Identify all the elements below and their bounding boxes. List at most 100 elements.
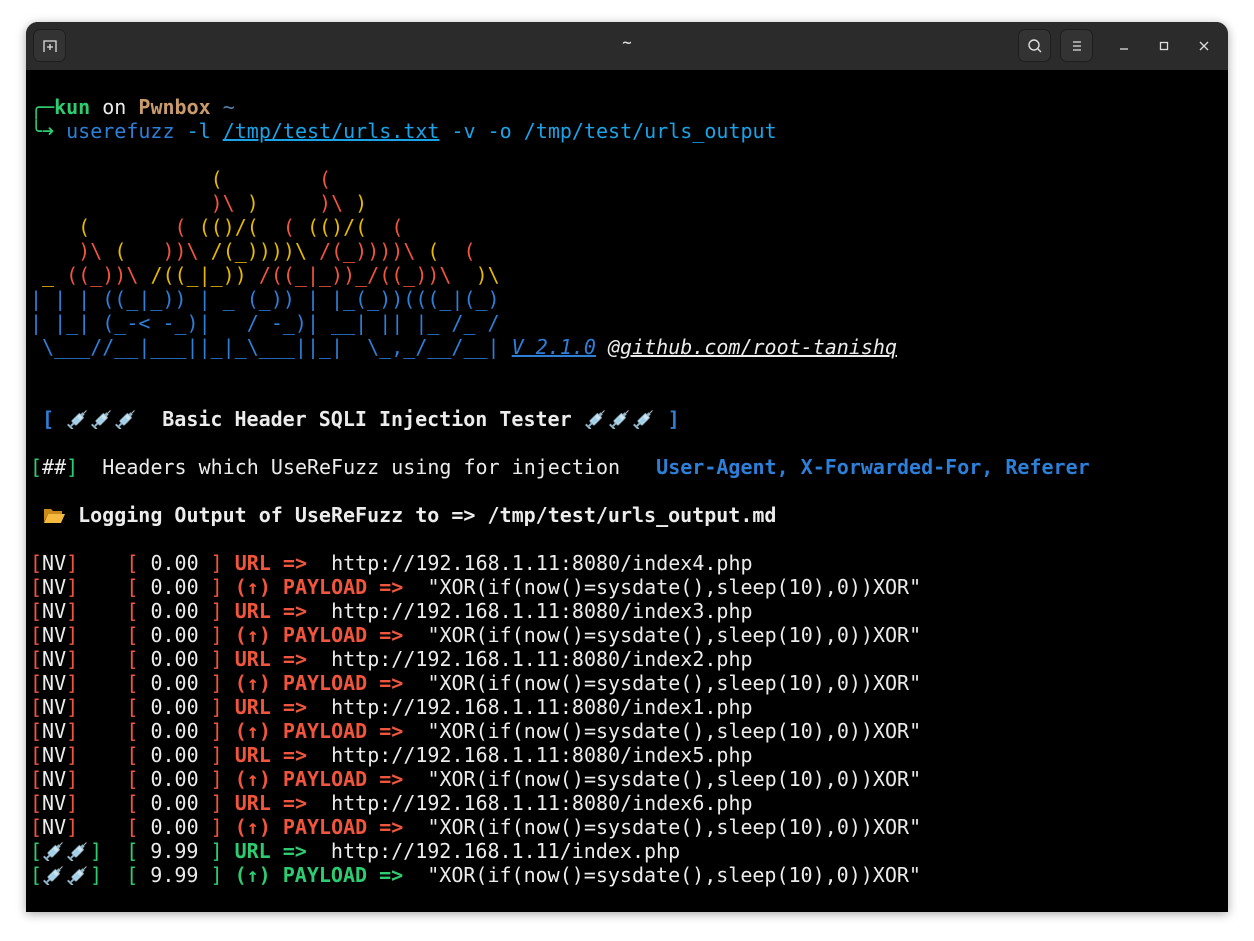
- heading-close-bracket: ]: [667, 407, 680, 431]
- payload-value: "XOR(if(now()=sysdate(),sleep(10),0))XOR…: [427, 671, 922, 695]
- maximize-icon: [1159, 41, 1169, 51]
- row-label: URL =>: [234, 551, 307, 575]
- banner-fire-line: ( ( (()/( ( (()/( (: [78, 215, 404, 239]
- log-row: [NV] [ 0.00 ] (↑) PAYLOAD => "XOR(if(now…: [30, 623, 922, 647]
- syringe-icon: [67, 842, 87, 861]
- github-link[interactable]: @github.com/root-tanishq: [608, 335, 897, 359]
- status-badge: []: [30, 863, 103, 887]
- payload-arrow: (↑): [234, 671, 271, 695]
- banner-fire-line: )\ ) )\ ): [210, 191, 368, 215]
- prompt-host: Pwnbox: [138, 95, 211, 119]
- response-time: 0.00: [150, 767, 199, 791]
- status-text: NV: [42, 551, 67, 575]
- row-label: PAYLOAD =>: [282, 671, 404, 695]
- log-row: [NV] [ 0.00 ] (↑) PAYLOAD => "XOR(if(now…: [30, 767, 922, 791]
- log-row: [NV] [ 0.00 ] URL => http://192.168.1.11…: [30, 791, 753, 815]
- log-row: [NV] [ 0.00 ] (↑) PAYLOAD => "XOR(if(now…: [30, 815, 922, 839]
- payload-arrow: (↑): [234, 815, 271, 839]
- banner-art-logo: | | | ((_|_)) | _ (_)) | |_(_))(((_|(_) |…: [30, 287, 1228, 359]
- command-list-file[interactable]: /tmp/test/urls.txt: [223, 119, 440, 143]
- row-label: PAYLOAD =>: [282, 575, 404, 599]
- close-icon: [1199, 41, 1209, 51]
- url-value: http://192.168.1.11:8080/index5.php: [331, 743, 753, 767]
- payload-value: "XOR(if(now()=sysdate(),sleep(10),0))XOR…: [427, 575, 922, 599]
- row-label: PAYLOAD =>: [282, 719, 404, 743]
- log-row: [NV] [ 0.00 ] (↑) PAYLOAD => "XOR(if(now…: [30, 575, 922, 599]
- headers-info-text: Headers which UseReFuzz using for inject…: [102, 455, 621, 479]
- row-label: URL =>: [234, 599, 307, 623]
- payload-arrow: (↑): [234, 767, 271, 791]
- response-time: 9.99: [150, 863, 199, 887]
- tool-heading: [ Basic Header SQLI Injection Tester ]: [30, 407, 1228, 431]
- response-time: 0.00: [150, 743, 199, 767]
- response-time: 0.00: [150, 815, 199, 839]
- prompt-line: ╭─kun on Pwnbox ~: [30, 95, 1228, 119]
- status-badge: [NV]: [30, 671, 127, 695]
- syringe-icon: [115, 410, 135, 429]
- log-row: [NV] [ 0.00 ] URL => http://192.168.1.11…: [30, 695, 753, 719]
- url-value: http://192.168.1.11:8080/index2.php: [331, 647, 753, 671]
- syringe-icon: [67, 866, 87, 885]
- heading-label: Basic Header SQLI Injection Tester: [162, 407, 572, 431]
- log-row: [NV] [ 0.00 ] (↑) PAYLOAD => "XOR(if(now…: [30, 671, 922, 695]
- terminal-output[interactable]: ╭─kun on Pwnbox ~ ╰➜ userefuzz -l /tmp/t…: [30, 95, 1228, 887]
- status-badge: [NV]: [30, 695, 127, 719]
- status-badge: [NV]: [30, 623, 127, 647]
- row-label: PAYLOAD =>: [282, 623, 404, 647]
- syringe-icons: [584, 407, 656, 431]
- response-time: 0.00: [150, 791, 199, 815]
- banner-fire-line: )\ ( ))\ /(_))))\ /(_))))\ ( (: [78, 239, 476, 263]
- status-badge: [NV]: [30, 719, 127, 743]
- command-name: userefuzz: [66, 119, 175, 143]
- payload-value: "XOR(if(now()=sysdate(),sleep(10),0))XOR…: [427, 863, 921, 887]
- prompt-dir: ~: [222, 95, 235, 119]
- row-label: URL =>: [234, 695, 307, 719]
- row-label: PAYLOAD =>: [282, 767, 404, 791]
- payload-arrow: (↑): [234, 863, 271, 887]
- log-row: [NV] [ 0.00 ] URL => http://192.168.1.11…: [30, 743, 753, 767]
- status-text: NV: [42, 671, 67, 695]
- payload-value: "XOR(if(now()=sysdate(),sleep(10),0))XOR…: [427, 815, 922, 839]
- close-button[interactable]: [1192, 34, 1216, 58]
- row-label: URL =>: [234, 743, 307, 767]
- log-row: [NV] [ 0.00 ] URL => http://192.168.1.11…: [30, 647, 753, 671]
- payload-value: "XOR(if(now()=sysdate(),sleep(10),0))XOR…: [427, 623, 922, 647]
- status-text: NV: [42, 719, 67, 743]
- url-value: http://192.168.1.11:8080/index3.php: [331, 599, 753, 623]
- headers-info-line: [##] Headers which UseReFuzz using for i…: [30, 455, 1090, 479]
- syringe-icon: [632, 410, 653, 429]
- row-label: PAYLOAD =>: [282, 863, 404, 887]
- syringe-icon: [91, 410, 111, 429]
- menu-button[interactable]: [1060, 29, 1093, 62]
- status-text: NV: [42, 695, 67, 719]
- maximize-button[interactable]: [1152, 34, 1176, 58]
- banner-logo-text: | | | ((_|_)) | _ (_)) | |_(_))(((_|(_): [30, 287, 500, 311]
- command-flag: -l: [186, 119, 211, 143]
- payload-arrow: (↑): [234, 623, 271, 647]
- payload-value: "XOR(if(now()=sysdate(),sleep(10),0))XOR…: [427, 719, 922, 743]
- syringe-icon: [608, 410, 629, 429]
- log-row: [] [ 9.99 ] (↑) PAYLOAD => "XOR(if(now()…: [30, 863, 921, 887]
- response-time: 0.00: [150, 551, 199, 575]
- terminal-window: ~ ╭─kun on Pwnbox ~ ╰➜ userefuzz -l /tmp…: [26, 22, 1228, 912]
- status-text: NV: [42, 767, 67, 791]
- log-rows: [NV] [ 0.00 ] URL => http://192.168.1.11…: [30, 551, 1228, 887]
- syringe-icon: [67, 410, 87, 429]
- search-icon: [1027, 38, 1041, 52]
- command-args: -v -o /tmp/test/urls_output: [451, 119, 777, 143]
- logging-text: Logging Output of UseReFuzz to => /tmp/t…: [78, 503, 777, 527]
- url-value: http://192.168.1.11:8080/index6.php: [331, 791, 753, 815]
- payload-arrow: (↑): [234, 719, 271, 743]
- response-time: 0.00: [150, 695, 199, 719]
- title-bar: ~: [26, 22, 1228, 70]
- minimize-button[interactable]: [1112, 34, 1136, 58]
- url-value: http://192.168.1.11:8080/index4.php: [331, 551, 753, 575]
- banner-logo-text: | |_| (_-< -_)| / -_)| __| || |_ /_ /: [30, 311, 500, 335]
- headers-tag: ##: [42, 455, 67, 479]
- status-badge: []: [30, 839, 103, 863]
- response-time: 0.00: [150, 599, 199, 623]
- search-button[interactable]: [1018, 29, 1051, 62]
- syringe-icon: [584, 410, 605, 429]
- prompt-arrow-icon: ╰➜: [30, 119, 55, 143]
- headers-list: User-Agent, X-Forwarded-For, Referer: [656, 455, 1090, 479]
